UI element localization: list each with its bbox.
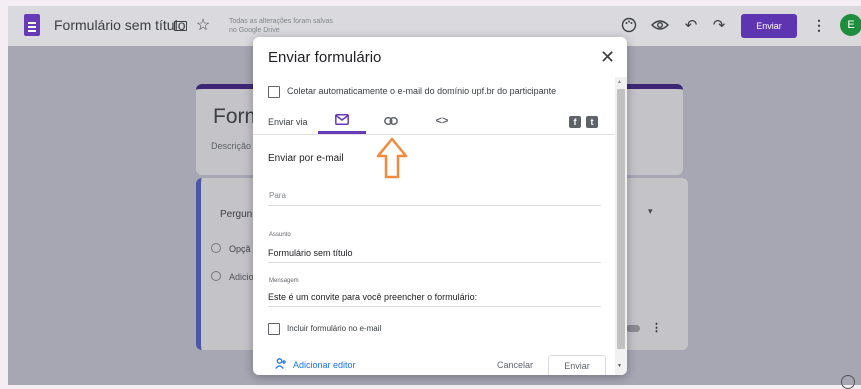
background-form-description: Descrição	[211, 141, 252, 151]
more-options-icon[interactable]: ⋮	[812, 15, 826, 35]
star-icon[interactable]: ☆	[194, 15, 212, 35]
scrollbar-thumb[interactable]	[617, 89, 625, 349]
tabs-divider	[253, 134, 615, 135]
email-icon	[335, 112, 349, 130]
message-field[interactable]: Este é um convite para você preencher o …	[268, 292, 477, 302]
collect-email-checkbox[interactable]	[268, 86, 280, 98]
palette-icon[interactable]	[620, 16, 638, 34]
undo-icon[interactable]: ↶	[682, 15, 700, 35]
tab-link[interactable]	[373, 109, 409, 133]
subject-field-underline	[268, 262, 601, 263]
dialog-send-button[interactable]: Enviar	[548, 355, 606, 375]
subject-field[interactable]: Formulário sem título	[268, 248, 353, 258]
radio-icon	[211, 271, 221, 281]
scroll-up-arrow-icon[interactable]: ▲	[617, 79, 622, 85]
save-status: Todas as alterações foram salvas no Goog…	[229, 18, 333, 34]
close-icon[interactable]: ✕	[600, 47, 615, 68]
facebook-icon[interactable]: f	[569, 116, 581, 128]
email-section-title: Enviar por e-mail	[268, 153, 344, 164]
include-form-label: Incluir formulário no e-mail	[287, 324, 382, 333]
help-icon	[841, 375, 855, 389]
include-form-checkbox[interactable]	[268, 323, 280, 335]
redo-icon[interactable]: ↷	[710, 15, 728, 35]
arrow-up-annotation-icon	[375, 137, 409, 184]
subject-label: Assunto	[269, 232, 291, 238]
message-label: Mensagem	[269, 278, 299, 284]
send-via-label: Enviar via	[268, 117, 308, 127]
send-button[interactable]: Enviar	[741, 14, 797, 38]
tab-email[interactable]	[321, 109, 363, 133]
cancel-button[interactable]: Cancelar	[488, 355, 542, 375]
add-editor-button[interactable]: Adicionar editor	[275, 358, 356, 371]
tab-embed[interactable]: <>	[427, 109, 457, 133]
add-person-icon	[275, 358, 288, 371]
twitter-icon[interactable]: t	[586, 116, 598, 128]
scroll-down-arrow-icon[interactable]: ▼	[617, 363, 622, 369]
question-type-dropdown-icon: ▾	[648, 206, 653, 216]
question-more-icon: ⋮	[651, 322, 662, 334]
background-question-title: Pergun	[220, 209, 253, 220]
to-field-underline	[268, 205, 601, 206]
folder-icon[interactable]	[172, 18, 188, 34]
preview-eye-icon[interactable]	[650, 16, 670, 34]
radio-icon	[211, 243, 221, 253]
add-editor-label: Adicionar editor	[293, 359, 356, 370]
required-toggle	[626, 325, 640, 332]
avatar[interactable]: E	[840, 14, 861, 36]
message-field-underline	[268, 306, 601, 307]
link-icon	[384, 112, 398, 130]
background-add-option: Adicio	[229, 272, 254, 282]
collect-email-label: Coletar automaticamente o e-mail do domí…	[287, 86, 557, 96]
embed-icon: <>	[435, 115, 449, 127]
forms-logo-icon[interactable]	[24, 14, 40, 36]
form-title[interactable]: Formulário sem título	[54, 17, 185, 33]
send-form-dialog: Enviar formulário ✕ Coletar automaticame…	[253, 37, 627, 375]
dialog-title: Enviar formulário	[268, 49, 382, 66]
background-option: Opçã	[229, 244, 251, 254]
to-field[interactable]: Para	[269, 191, 286, 200]
